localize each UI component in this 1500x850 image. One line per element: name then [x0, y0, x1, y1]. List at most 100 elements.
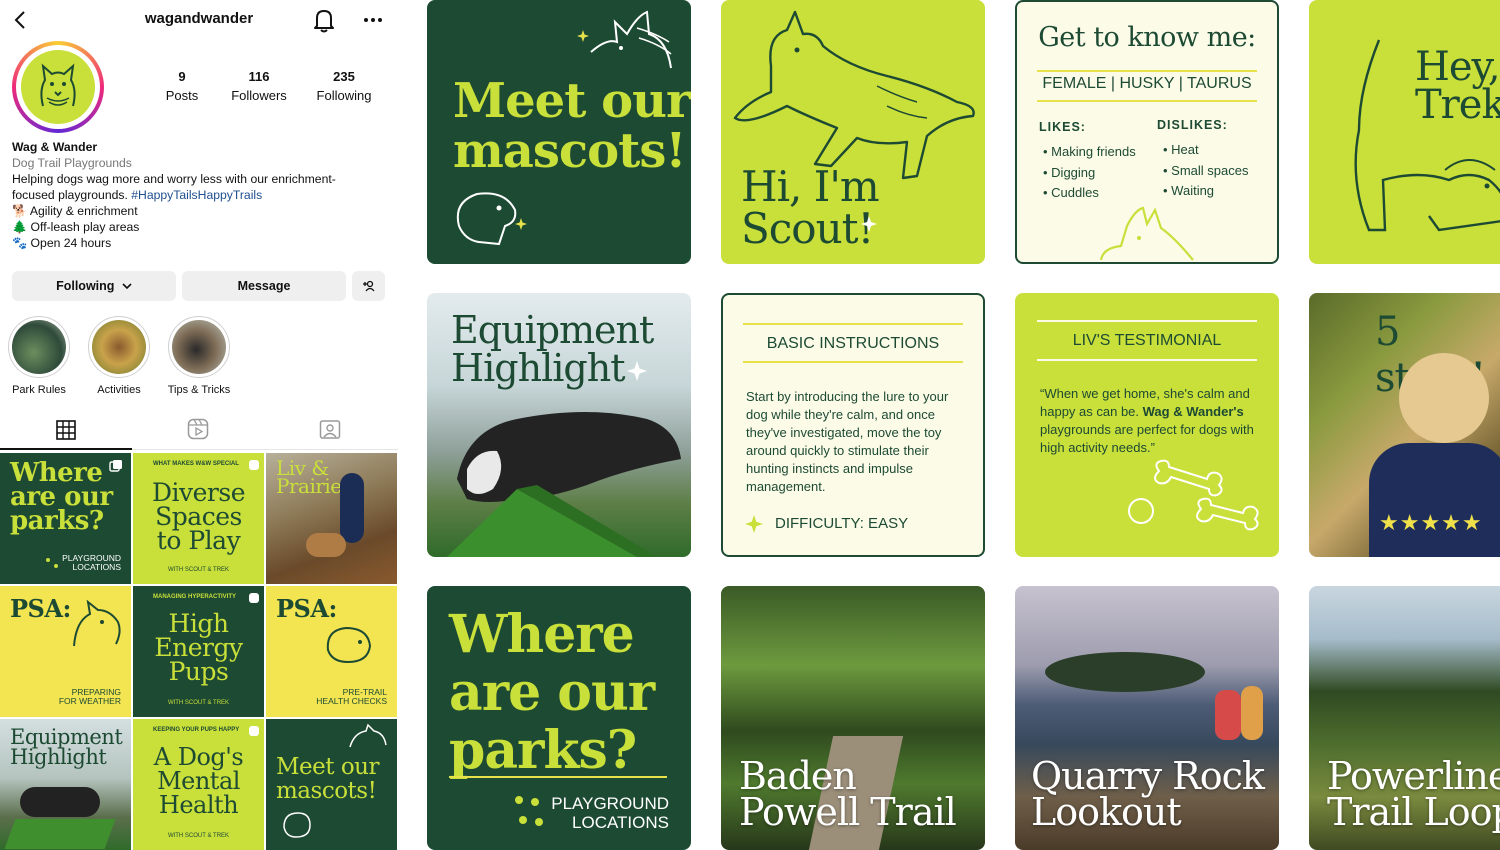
post-baden-powell[interactable]: Baden Powell Trail	[721, 586, 985, 850]
grid-post-psa-weather[interactable]: PSA: PREPARING FOR WEATHER	[0, 586, 131, 717]
list-item: • Heat	[1163, 142, 1199, 157]
dislikes-list: • Heat • Small spaces • Waiting	[1163, 140, 1248, 202]
husky-illustration-icon	[590, 10, 672, 69]
star-icon	[627, 361, 647, 381]
list-item: • Waiting	[1163, 183, 1215, 198]
profile-handle: wagandwander	[144, 10, 254, 27]
list-item: • Making friends	[1043, 144, 1136, 159]
hashtag-link[interactable]: #HappyTailsHappyTrails	[131, 188, 262, 202]
husky-peeking-illustration-icon	[1099, 206, 1194, 261]
difficulty-label: DIFFICULTY: EASY	[775, 515, 909, 532]
card-heading: LIV'S TESTIMONIAL	[1072, 332, 1222, 349]
dog-illustration-icon	[283, 812, 311, 838]
avatar[interactable]	[12, 41, 104, 133]
followers-label: Followers	[231, 88, 287, 103]
star-icon	[861, 216, 877, 232]
paw-icon	[515, 796, 543, 826]
chevron-down-icon	[122, 283, 132, 290]
rating-stars: ★★★★★	[1379, 510, 1483, 535]
grid-post-liv-prairie[interactable]: Liv & Prairie	[266, 453, 397, 584]
post-meet-mascots[interactable]: Meet our mascots!	[427, 0, 691, 264]
followers-count: 116	[248, 69, 270, 84]
bio-item: 🌲 Off-leash play areas	[12, 220, 140, 234]
list-item: • Digging	[1043, 164, 1096, 180]
message-button-label: Message	[237, 279, 291, 293]
lookout-title: Quarry Rock Lookout	[1031, 754, 1265, 834]
profile-category: Dog Trail Playgrounds	[12, 156, 132, 170]
star-icon	[577, 30, 589, 42]
stat-followers[interactable]: 116 Followers	[214, 69, 304, 103]
post-liv-testimonial[interactable]: LIV'S TESTIMONIAL “When we get home, she…	[1015, 293, 1279, 557]
carousel-icon	[109, 460, 122, 472]
star-icon	[745, 515, 763, 533]
card-subtitle: FEMALE | HUSKY | TAURUS	[1042, 75, 1252, 92]
post-powerline-loop[interactable]: Powerline Trail Loop	[1309, 586, 1500, 850]
add-person-button[interactable]	[352, 271, 385, 301]
testimonial-quote: “When we get home, she's calm and happy …	[1040, 386, 1254, 455]
highlight-activities[interactable]: Activities	[84, 316, 154, 396]
grid-post-equipment[interactable]: Equipment Highlight	[0, 719, 131, 850]
bio-line-2: focused playgrounds. #HappyTailsHappyTra…	[12, 188, 263, 202]
reels-icon	[249, 460, 259, 470]
message-button[interactable]: Message	[182, 271, 346, 301]
top-bar: wagandwander	[0, 0, 398, 40]
grid-post-psa-health[interactable]: PSA: PRE-TRAIL HEALTH CHECKS	[266, 586, 397, 717]
instructions-body: Start by introducing the lure to your do…	[746, 389, 949, 494]
grid-post-mental-health[interactable]: KEEPING YOUR PUPS HAPPY A Dog's Mental Hea…	[133, 719, 264, 850]
more-icon[interactable]	[362, 10, 384, 30]
post-equipment-highlight[interactable]: Equipment Highlight	[427, 293, 691, 557]
post-where-parks[interactable]: Where are our parks? PLAYGROUND LOCATIONS	[427, 586, 691, 850]
reels-icon	[249, 726, 259, 736]
grid-post-high-energy[interactable]: MANAGING HYPERACTIVITY High Energy Pups WI…	[133, 586, 264, 717]
paw-icon	[46, 558, 58, 568]
bell-icon[interactable]	[311, 6, 337, 34]
profile-name: Wag & Wander	[12, 140, 98, 154]
bio-item: 🐾 Open 24 hours	[12, 236, 112, 250]
highlight-label: Tips & Tricks	[167, 384, 231, 396]
following-button-label: Following	[56, 279, 115, 293]
star-icon	[515, 218, 527, 230]
post-basic-instructions[interactable]: BASIC INSTRUCTIONS Start by introducing …	[721, 293, 985, 557]
profile-bio: Wag & Wander Dog Trail Playgrounds Helpi…	[12, 139, 392, 251]
husky-logo-icon	[40, 63, 76, 107]
highlight-park-rules[interactable]: Park Rules	[4, 316, 74, 396]
grid-post-where-parks[interactable]: Where are our parks? PLAYGROUND LOCATIONS	[0, 453, 131, 584]
grid-icon[interactable]	[56, 420, 76, 440]
list-item: • Cuddles	[1043, 185, 1099, 200]
powerline-title: Powerline Trail Loop	[1327, 754, 1500, 834]
following-count: 235	[333, 69, 355, 84]
card-heading: BASIC INSTRUCTIONS	[766, 335, 940, 352]
highlight-tips-tricks[interactable]: Tips & Tricks	[164, 316, 234, 396]
highlight-label: Activities	[97, 384, 141, 396]
bio-item: 🐕 Agility & enrichment	[12, 204, 138, 218]
profile-tabs	[0, 412, 398, 450]
stat-following[interactable]: 235 Following	[299, 69, 389, 103]
post-hey-trek[interactable]: Hey, Trek	[1309, 0, 1500, 264]
likes-heading: LIKES:	[1039, 120, 1086, 134]
highlight-label: Park Rules	[12, 384, 66, 396]
post-five-stars[interactable]: 5 stars! ★★★★★	[1309, 293, 1500, 557]
reels-icon	[249, 593, 259, 603]
reels-icon[interactable]	[187, 418, 209, 440]
beagle-stretching-illustration-icon	[1354, 39, 1500, 232]
add-person-icon	[362, 280, 375, 292]
active-tab-indicator	[0, 448, 132, 450]
following-button[interactable]: Following	[12, 271, 176, 301]
trail-title: Baden Powell Trail	[739, 754, 957, 834]
profile-screen: wagandwander 9 Posts 116 Followers 235 F…	[0, 0, 398, 850]
post-quarry-rock[interactable]: Quarry Rock Lookout	[1015, 586, 1279, 850]
dog-illustration-icon	[349, 723, 387, 748]
dog-illustration-icon	[326, 626, 372, 664]
likes-list: • Making friends • Digging • Cuddles	[1043, 142, 1136, 204]
list-item: • Small spaces	[1163, 162, 1249, 178]
post-hi-scout[interactable]: Hi, I'm Scout!	[721, 0, 985, 264]
locations-label-1: PLAYGROUND	[551, 794, 669, 813]
tagged-icon[interactable]	[319, 418, 341, 440]
dog-illustration-icon	[73, 599, 121, 647]
locations-label-2: LOCATIONS	[572, 813, 669, 832]
post-get-to-know-me[interactable]: Get to know me: FEMALE | HUSKY | TAURUS …	[1015, 0, 1279, 264]
bone-icon	[1128, 459, 1259, 531]
grid-post-diverse-spaces[interactable]: WHAT MAKES W&W SPECIAL Diverse Spaces to P…	[133, 453, 264, 584]
bio-line-1: Helping dogs wag more and worry less wit…	[12, 172, 336, 186]
grid-post-meet-mascots[interactable]: Meet our mascots!	[266, 719, 397, 850]
